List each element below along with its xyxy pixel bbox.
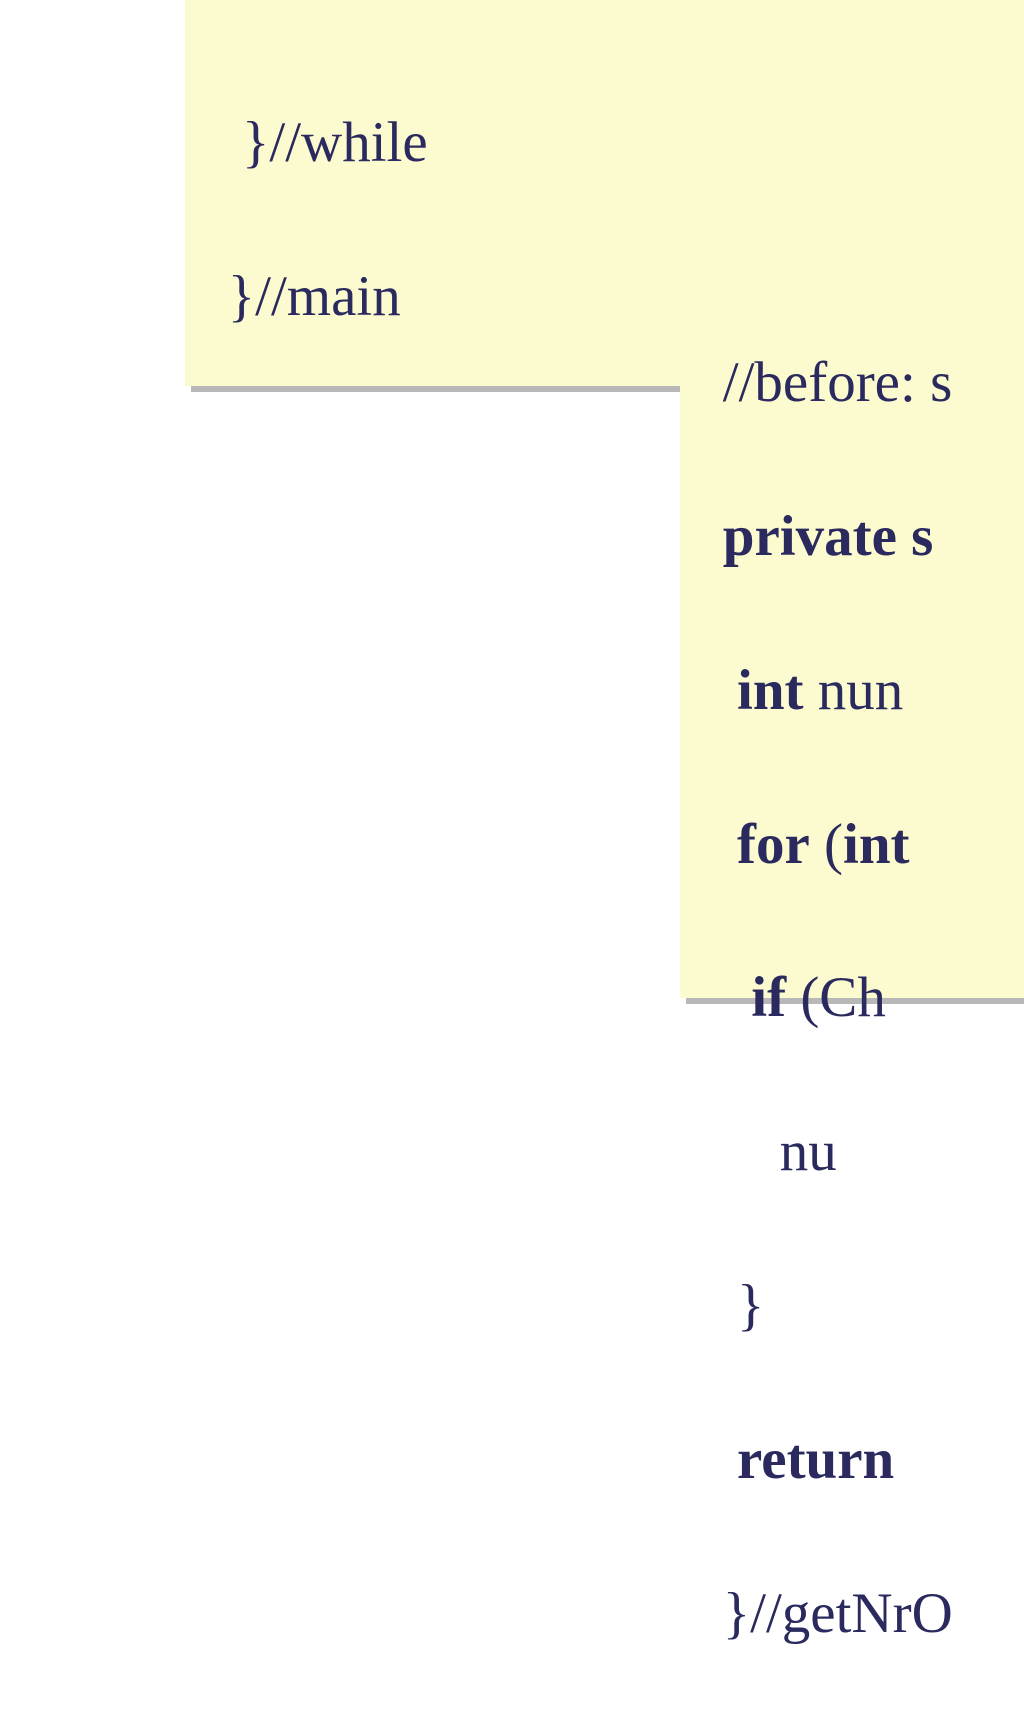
code-line: if (Ch [680,960,1024,1037]
code-line: private s [680,499,1024,576]
code-block-method: //before: s private s int nun for (int i… [680,268,1024,998]
code-line: for (int [680,807,1024,884]
code-line: //before: s [680,345,1024,422]
code-line: }//while [185,105,1024,182]
code-line: int nun [680,653,1024,730]
code-line: return [680,1422,1024,1499]
code-line: } [680,1268,1024,1345]
code-line: nu [680,1114,1024,1191]
code-line: }//getNrO [680,1576,1024,1653]
